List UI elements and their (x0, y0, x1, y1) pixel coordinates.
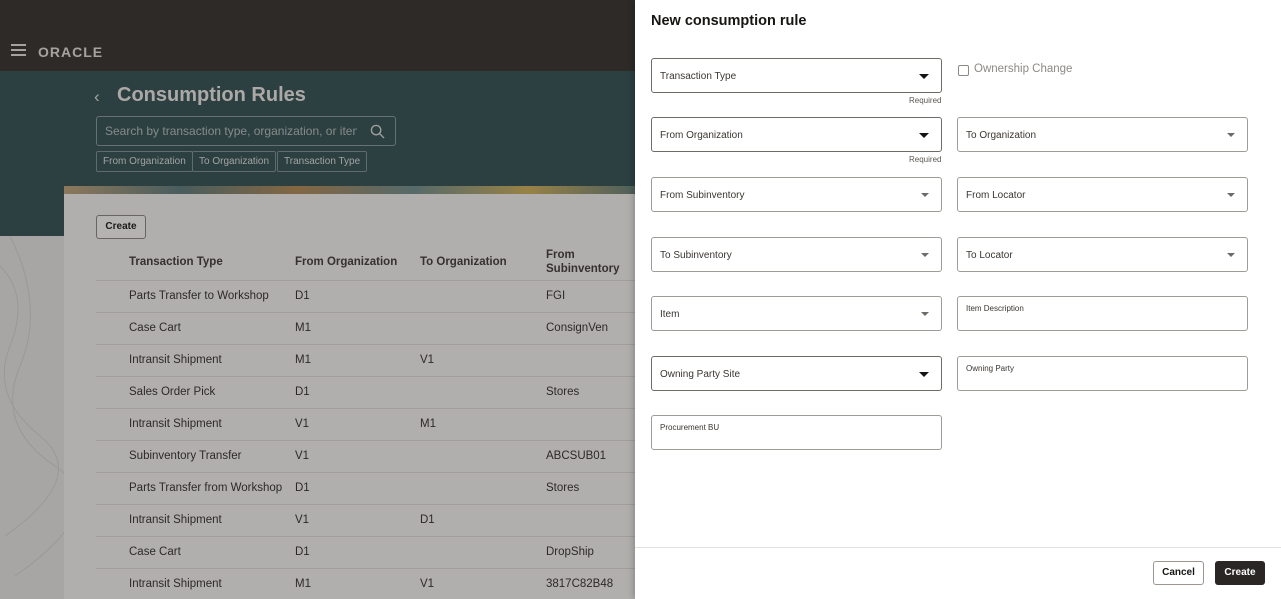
procurement-bu-field[interactable]: Procurement BU (651, 415, 942, 450)
to-organization-select[interactable]: To Organization (957, 117, 1248, 152)
field-label: To Organization (966, 130, 1037, 141)
modal-overlay[interactable] (0, 0, 635, 599)
field-label: Owning Party Site (660, 369, 741, 380)
chevron-down-icon (919, 74, 929, 79)
field-label: From Locator (966, 190, 1026, 201)
cancel-button[interactable]: Cancel (1153, 561, 1204, 585)
owning-party-site-select[interactable]: Owning Party Site (651, 356, 942, 391)
to-locator-select[interactable]: To Locator (957, 237, 1248, 272)
item-description-field[interactable]: Item Description (957, 296, 1248, 331)
field-label: To Subinventory (660, 250, 732, 261)
field-label: Owning Party (966, 364, 1015, 373)
field-label: Item (660, 309, 680, 320)
field-label: To Locator (966, 250, 1013, 261)
ownership-change-checkbox[interactable] (958, 65, 969, 76)
create-button[interactable]: Create (1215, 561, 1265, 585)
field-label: Procurement BU (660, 423, 720, 432)
chevron-down-icon (919, 372, 929, 377)
transaction-type-select[interactable]: Transaction Type (651, 58, 942, 93)
drawer-footer-divider (635, 547, 1281, 548)
chevron-down-icon (921, 312, 929, 316)
field-label: Transaction Type (660, 71, 737, 82)
field-label: From Organization (660, 130, 743, 141)
item-select[interactable]: Item (651, 296, 942, 331)
chevron-down-icon (1227, 133, 1235, 137)
to-subinventory-select[interactable]: To Subinventory (651, 237, 942, 272)
drawer-title: New consumption rule (651, 13, 807, 29)
required-hint: Required (909, 155, 942, 164)
ownership-change-label[interactable]: Ownership Change (974, 63, 1072, 75)
chevron-down-icon (921, 193, 929, 197)
chevron-down-icon (1227, 193, 1235, 197)
from-locator-select[interactable]: From Locator (957, 177, 1248, 212)
from-organization-select[interactable]: From Organization (651, 117, 942, 152)
field-label: From Subinventory (660, 190, 745, 201)
chevron-down-icon (919, 133, 929, 138)
from-subinventory-select[interactable]: From Subinventory (651, 177, 942, 212)
field-label: Item Description (966, 304, 1024, 313)
owning-party-field[interactable]: Owning Party (957, 356, 1248, 391)
new-consumption-rule-drawer: New consumption rule Transaction Type Re… (635, 0, 1281, 599)
chevron-down-icon (1227, 253, 1235, 257)
chevron-down-icon (921, 253, 929, 257)
required-hint: Required (909, 96, 942, 105)
